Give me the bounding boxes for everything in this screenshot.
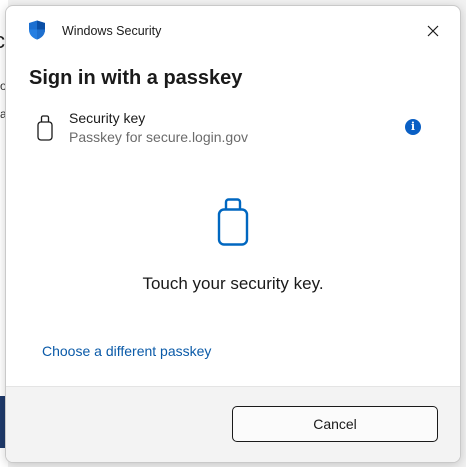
title-bar: Windows Security	[6, 6, 460, 56]
shield-icon	[29, 20, 45, 40]
choose-different-passkey-link[interactable]: Choose a different passkey	[42, 343, 211, 359]
window-title: Windows Security	[62, 24, 162, 38]
security-key-icon	[37, 115, 53, 141]
touch-prompt: Touch your security key.	[142, 274, 324, 293]
cancel-button[interactable]: Cancel	[232, 406, 438, 442]
close-button[interactable]	[420, 18, 446, 44]
passkey-dialog: Windows Security Sign in with a passkey …	[5, 5, 461, 463]
info-icon[interactable]: i	[405, 119, 421, 135]
security-key-icon	[217, 198, 249, 246]
dialog-footer: Cancel	[6, 386, 460, 462]
credential-title: Security key	[69, 110, 146, 126]
close-icon	[427, 25, 439, 37]
dialog-heading: Sign in with a passkey	[29, 67, 243, 89]
credential-subtitle: Passkey for secure.login.gov	[69, 129, 248, 145]
